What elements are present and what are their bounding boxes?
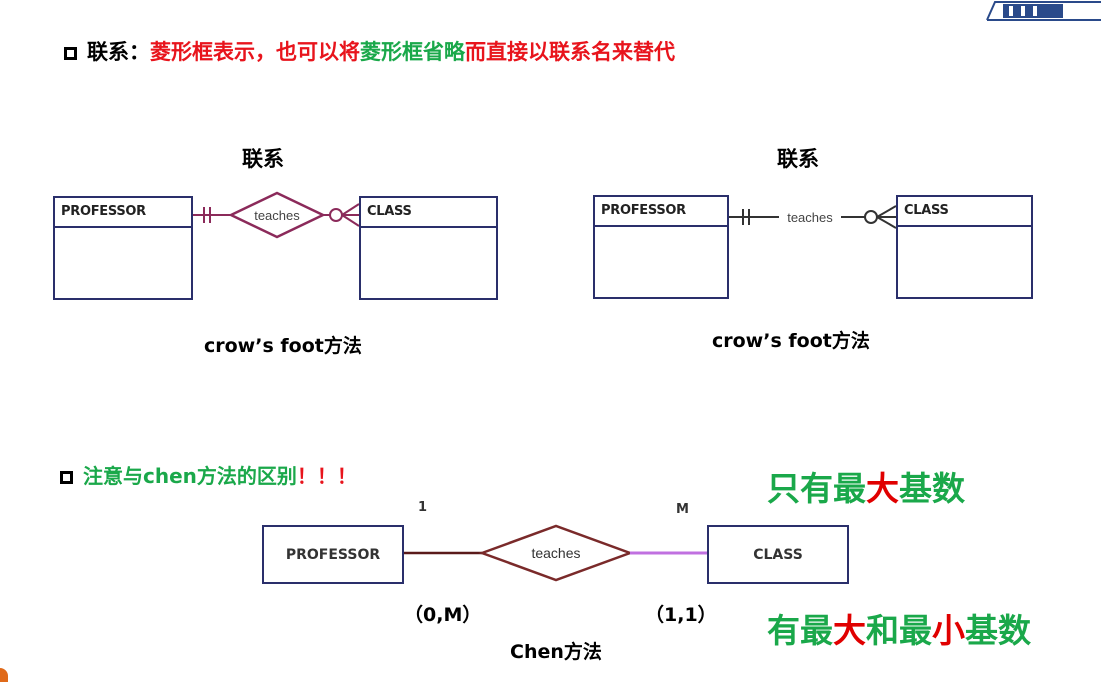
right-caption: crow’s foot方法 bbox=[712, 330, 870, 352]
callout-text: 有最 bbox=[767, 611, 833, 650]
callout-highlight: 大 bbox=[833, 611, 866, 650]
left-caption: crow’s foot方法 bbox=[204, 335, 362, 357]
chen-cardinality-right: M bbox=[676, 502, 689, 517]
corner-decoration bbox=[0, 668, 8, 682]
chen-range-left: （0,M） bbox=[404, 604, 482, 626]
right-entity-professor: PROFESSOR bbox=[593, 195, 729, 299]
left-entity-professor: PROFESSOR bbox=[53, 196, 193, 300]
heading-red-text: 菱形框表示，也可以将 bbox=[150, 40, 360, 64]
right-relationship-label: 联系 bbox=[777, 147, 819, 171]
callout-text: 基数 bbox=[899, 469, 965, 508]
entity-name: PROFESSOR bbox=[285, 546, 381, 563]
note-exclaim: ！！！ bbox=[296, 464, 357, 488]
chen-relationship-diamond: teaches bbox=[404, 524, 707, 582]
left-relationship-label: 联系 bbox=[242, 147, 284, 171]
callout-text: 基数 bbox=[965, 611, 1031, 650]
entity-name: CLASS bbox=[361, 198, 496, 228]
entity-name: CLASS bbox=[753, 546, 803, 563]
heading-red-text-2: 而直接以联系名来替代 bbox=[465, 40, 675, 64]
callout-max-only: 只有最大基数 bbox=[767, 462, 965, 510]
entity-name: PROFESSOR bbox=[595, 197, 727, 227]
chen-entity-class: CLASS bbox=[707, 525, 849, 584]
note: 注意与chen方法的区别！！！ bbox=[60, 460, 357, 489]
note-text: 注意与chen方法的区别 bbox=[83, 464, 297, 488]
left-relationship-name: teaches bbox=[254, 208, 300, 223]
entity-name: PROFESSOR bbox=[55, 198, 191, 228]
heading-green-text: 菱形框省略 bbox=[360, 40, 465, 64]
bullet-square-icon bbox=[64, 46, 77, 60]
chen-range-right: （1,1） bbox=[645, 604, 717, 626]
bullet-square-icon bbox=[60, 471, 73, 484]
chen-cardinality-left: 1 bbox=[418, 500, 428, 515]
left-relationship-diamond: teaches bbox=[193, 191, 359, 239]
entity-name: CLASS bbox=[898, 197, 1031, 227]
callout-text: 只有最 bbox=[767, 469, 866, 508]
heading-label: 联系： bbox=[87, 40, 150, 64]
callout-max-and-min: 有最大和最小基数 bbox=[767, 604, 1031, 652]
left-entity-class: CLASS bbox=[359, 196, 498, 300]
heading: 联系：菱形框表示，也可以将菱形框省略而直接以联系名来替代 bbox=[64, 36, 675, 66]
chen-relationship-name: teaches bbox=[531, 545, 580, 561]
right-relationship-line: teaches bbox=[729, 205, 896, 229]
chen-caption: Chen方法 bbox=[510, 641, 602, 663]
chen-entity-professor: PROFESSOR bbox=[262, 525, 404, 584]
logo-fragment bbox=[986, 1, 1101, 21]
callout-highlight: 小 bbox=[932, 611, 965, 650]
right-entity-class: CLASS bbox=[896, 195, 1033, 299]
callout-highlight: 大 bbox=[866, 469, 899, 508]
right-relationship-name: teaches bbox=[787, 210, 833, 225]
callout-text: 和最 bbox=[866, 611, 932, 650]
